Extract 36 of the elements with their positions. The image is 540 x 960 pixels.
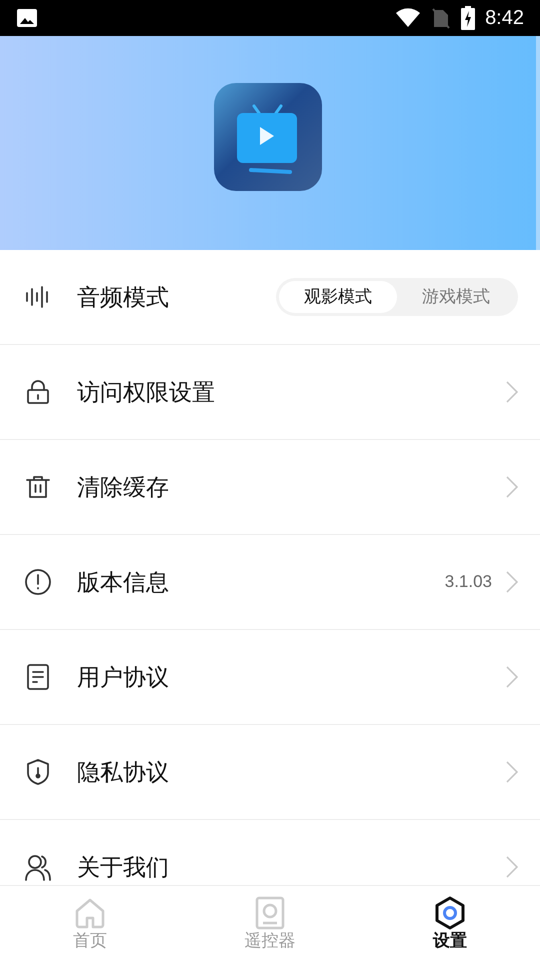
settings-label: 清除缓存 <box>77 472 170 502</box>
shield-icon <box>24 758 52 786</box>
settings-row[interactable]: 音频模式 观影模式 游戏模式 <box>0 250 540 345</box>
settings-label: 访问权限设置 <box>77 378 216 407</box>
settings-label: 关于我们 <box>77 852 170 882</box>
version-value: 3.1.03 <box>444 571 492 594</box>
mode-option[interactable]: 观影模式 <box>279 281 397 313</box>
remote-icon <box>253 896 287 930</box>
wifi-icon <box>395 8 422 28</box>
no-sim-icon <box>431 7 452 29</box>
trash-icon <box>24 473 52 501</box>
settings-row[interactable]: 清除缓存 <box>0 440 540 535</box>
lock-icon <box>24 378 52 406</box>
settings-label: 版本信息 <box>77 568 170 597</box>
settings-row[interactable]: 访问权限设置 <box>0 345 540 440</box>
chevron-right-icon <box>506 856 518 878</box>
settings-label: 用户协议 <box>77 662 170 692</box>
hexagon-settings-icon <box>433 896 467 930</box>
status-time: 8:42 <box>485 6 524 31</box>
nav-tab[interactable]: 设置 <box>360 886 540 960</box>
battery-icon <box>461 6 476 30</box>
document-icon <box>24 663 52 691</box>
mode-option[interactable]: 游戏模式 <box>397 281 515 313</box>
image-icon <box>16 8 38 28</box>
settings-label: 隐私协议 <box>77 758 170 787</box>
settings-row[interactable]: 用户协议 <box>0 630 540 725</box>
settings-row[interactable]: 隐私协议 <box>0 725 540 820</box>
settings-label: 音频模式 <box>77 282 170 312</box>
chevron-right-icon <box>506 571 518 593</box>
chevron-right-icon <box>506 761 518 783</box>
chevron-right-icon <box>506 666 518 688</box>
settings-row[interactable]: 版本信息 3.1.03 <box>0 535 540 630</box>
users-icon <box>24 853 52 881</box>
info-icon <box>24 568 52 596</box>
chevron-right-icon <box>506 381 518 403</box>
chevron-right-icon <box>506 476 518 498</box>
